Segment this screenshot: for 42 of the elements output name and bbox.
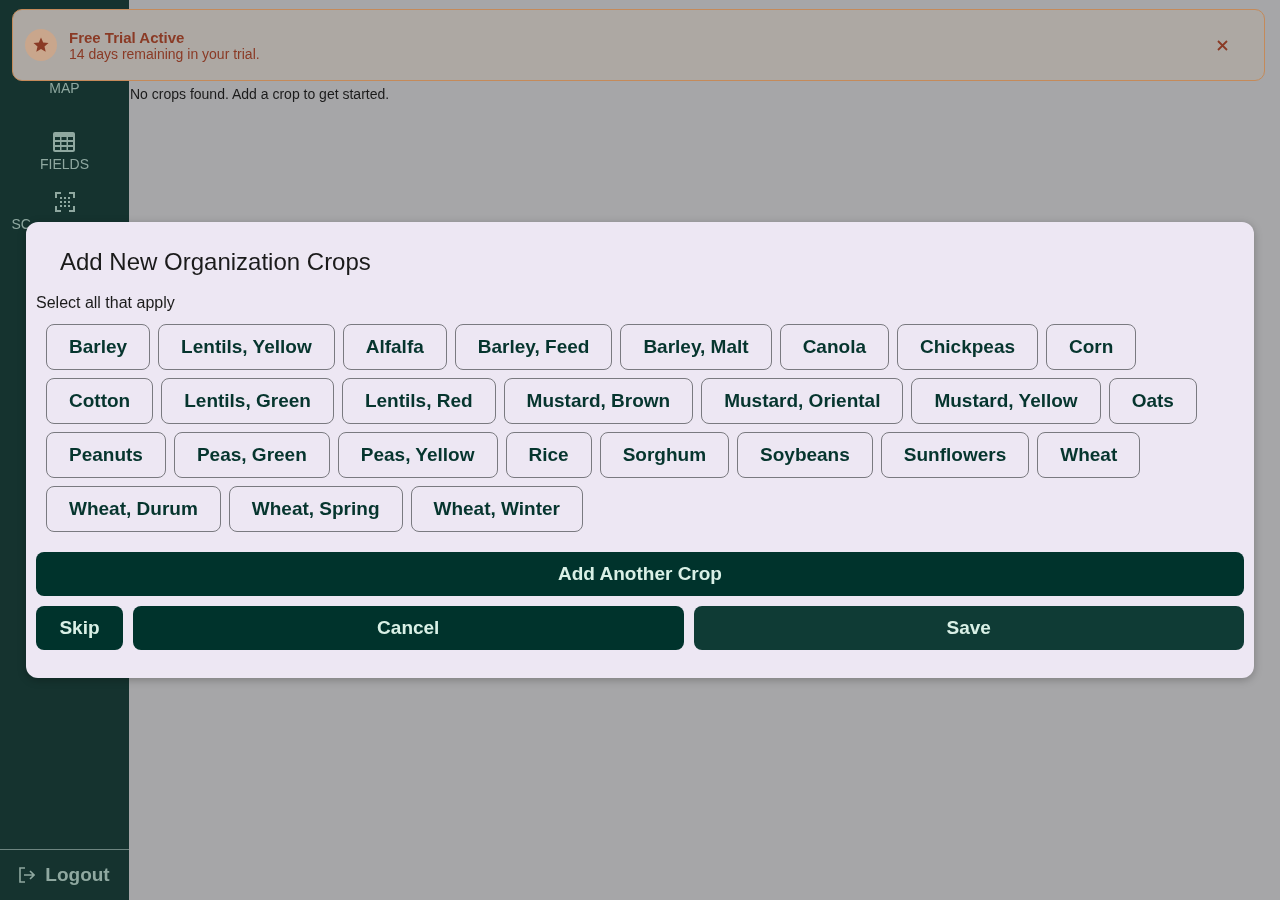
dialog-title: Add New Organization Crops (60, 248, 372, 276)
logout-icon (19, 867, 36, 883)
crop-chip[interactable]: Canola (779, 324, 889, 370)
crop-chip[interactable]: Corn (1046, 324, 1137, 370)
crop-chip[interactable]: Rice (505, 432, 592, 478)
skip-button[interactable]: Skip (36, 606, 123, 650)
crop-chip[interactable]: Peanuts (46, 432, 166, 478)
crop-chip[interactable]: Alfalfa (342, 324, 447, 370)
crop-chip[interactable]: Soybeans (737, 432, 873, 478)
crop-chip[interactable]: Wheat, Durum (46, 486, 221, 532)
crop-chip[interactable]: Sorghum (599, 432, 730, 478)
crop-chip[interactable]: Barley (46, 324, 151, 370)
crop-chip[interactable]: Oats (1108, 378, 1197, 424)
scan-icon (54, 192, 75, 212)
logout-button[interactable]: Logout (0, 849, 129, 900)
banner-message: 14 days remaining in your trial. (69, 45, 261, 62)
crop-chip[interactable]: Chickpeas (897, 324, 1039, 370)
crop-chip[interactable]: Wheat, Spring (228, 486, 403, 532)
instruction-text: Select all that apply (36, 294, 176, 312)
nav-item[interactable]: MAP (49, 80, 80, 96)
empty-message: No crops found. Add a crop to get started. (130, 86, 391, 102)
crop-chip[interactable]: Lentils, Green (161, 378, 334, 424)
crop-chip[interactable]: Barley, Feed (454, 324, 613, 370)
crop-chip[interactable]: Cotton (46, 378, 154, 424)
crop-chip[interactable]: Mustard, Yellow (911, 378, 1101, 424)
crop-chip[interactable]: Peas, Green (173, 432, 330, 478)
crop-chip[interactable]: Mustard, Brown (503, 378, 694, 424)
nav-item[interactable]: FIELDS (40, 156, 89, 172)
save-button[interactable]: Save (693, 606, 1244, 650)
crop-chip[interactable]: Peas, Yellow (337, 432, 498, 478)
close-icon (1217, 39, 1228, 51)
grid-icon (53, 132, 76, 152)
crop-chip[interactable]: Sunflowers (880, 432, 1030, 478)
cancel-button[interactable]: Cancel (133, 606, 684, 650)
crop-chip[interactable]: Lentils, Yellow (158, 324, 335, 370)
crop-chip[interactable]: Lentils, Red (341, 378, 496, 424)
crop-chip[interactable]: Mustard, Oriental (701, 378, 904, 424)
crop-chip[interactable]: Wheat (1037, 432, 1141, 478)
add-crop-button[interactable]: Add Another Crop (36, 552, 1244, 596)
banner-title: Free Trial Active (69, 28, 186, 46)
crop-chip[interactable]: Wheat, Winter (410, 486, 583, 532)
crop-chip[interactable]: Barley, Malt (620, 324, 772, 370)
